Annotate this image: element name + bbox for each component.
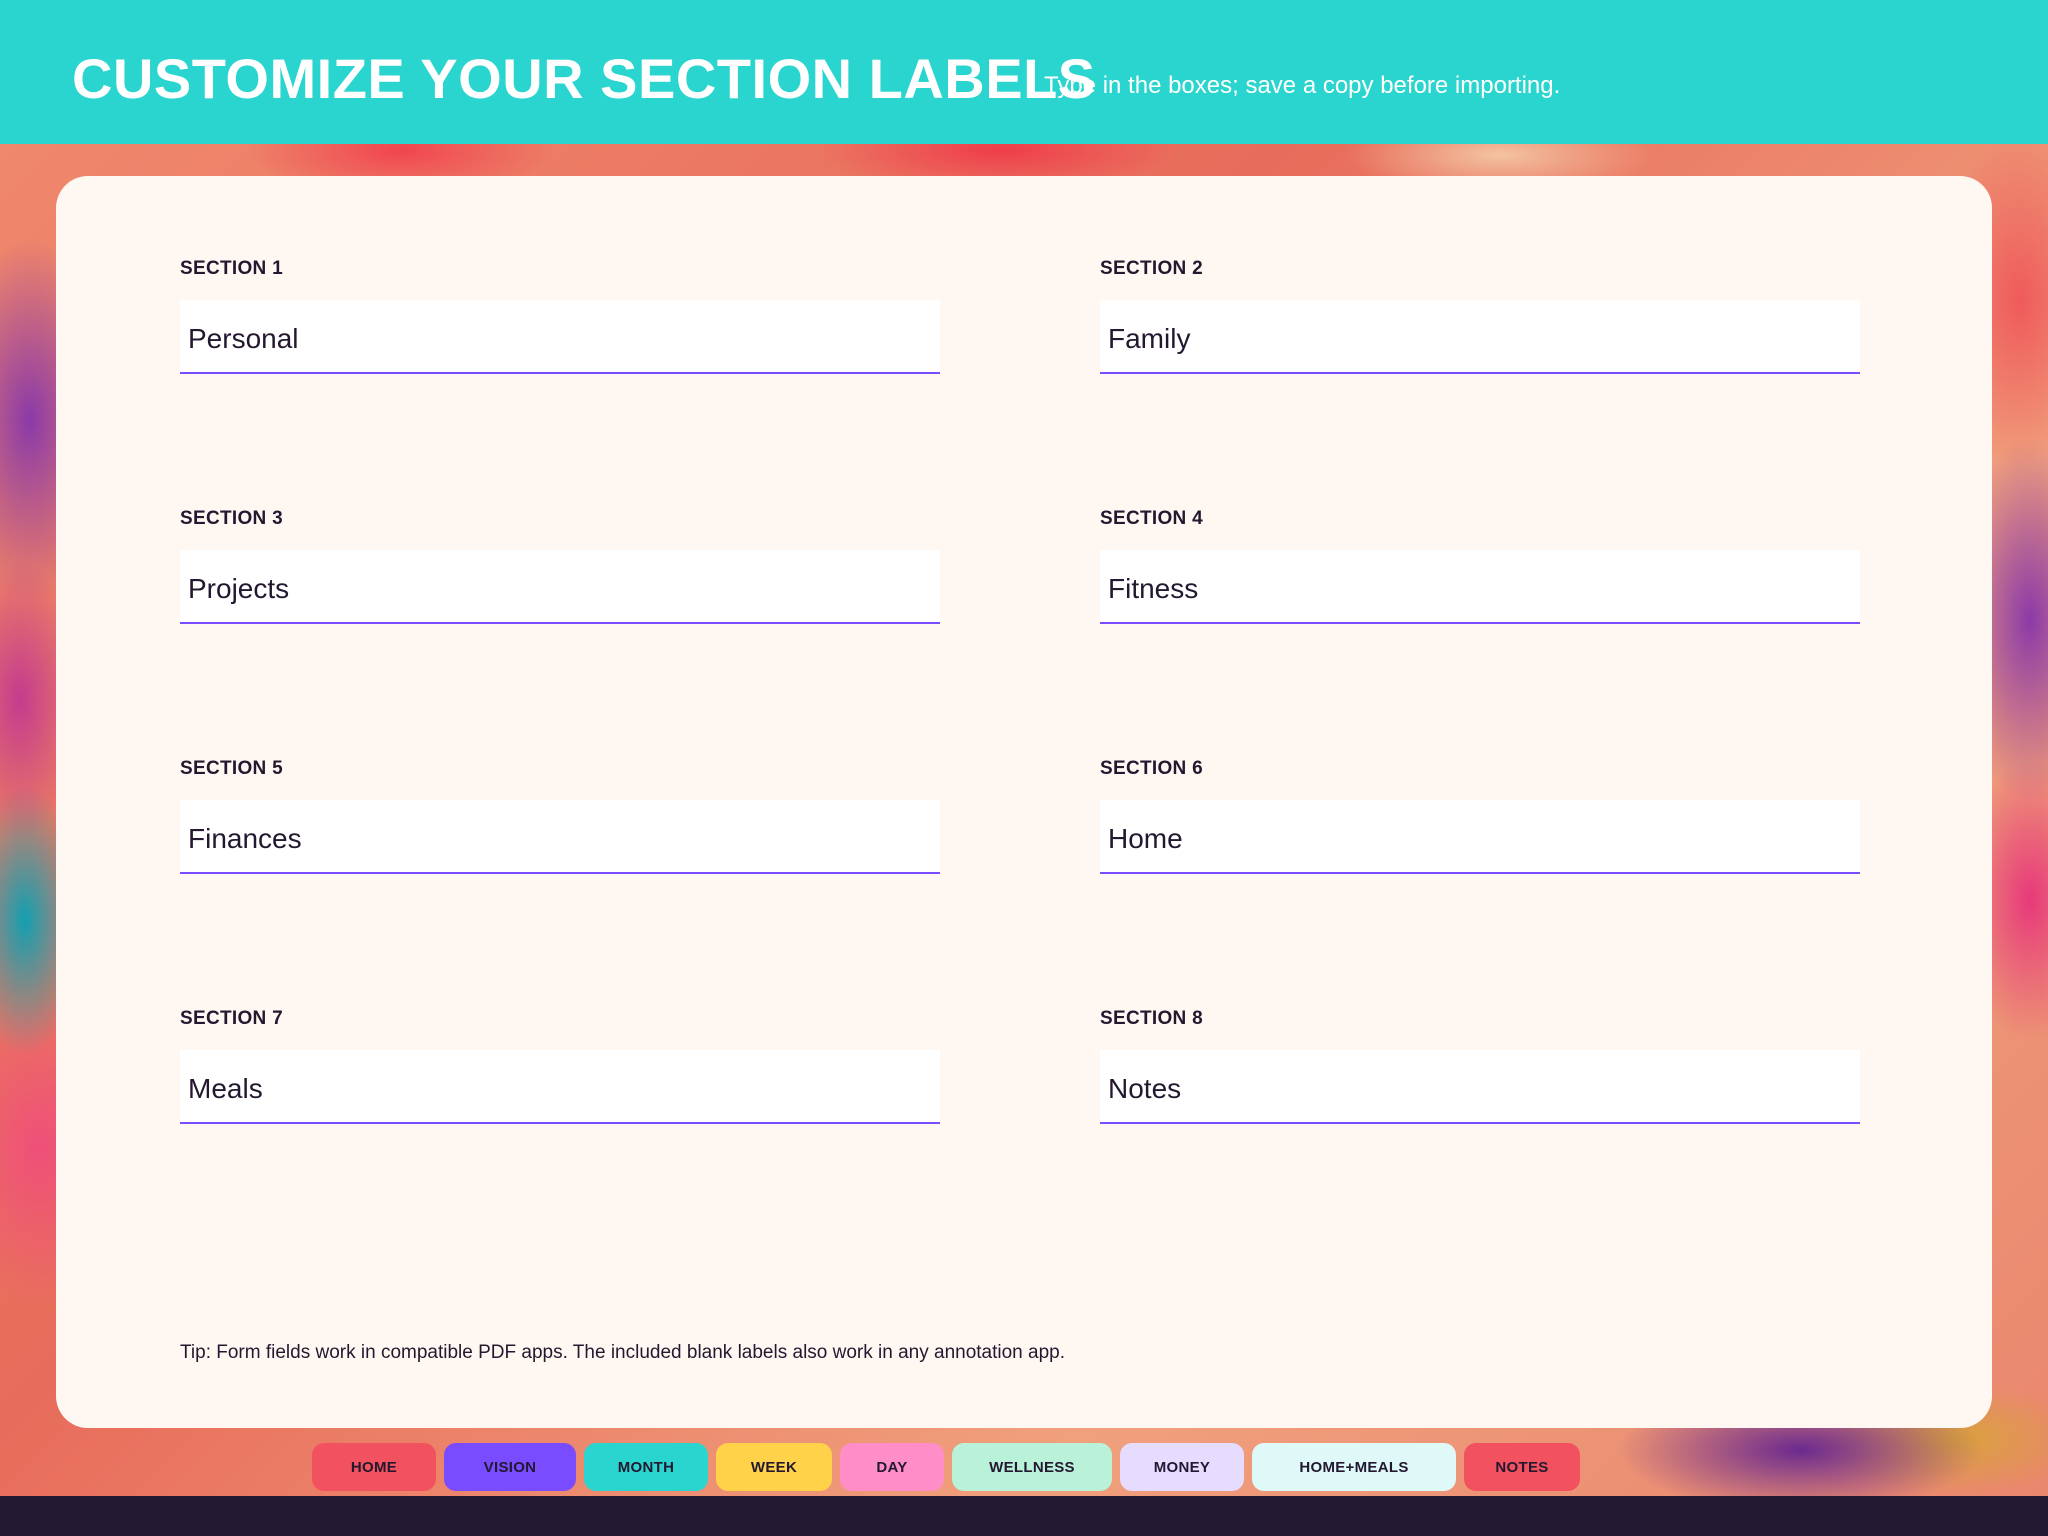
tab-money[interactable]: MONEY: [1120, 1443, 1244, 1491]
section-8-label: SECTION 8: [1100, 1008, 1203, 1029]
section-labels-card: SECTION 1 SECTION 2 SECTION 3 SECTION 4 …: [56, 176, 1992, 1428]
section-6-label: SECTION 6: [1100, 758, 1203, 779]
tip-text: Tip: Form fields work in compatible PDF …: [180, 1342, 1066, 1363]
section-5-label: SECTION 5: [180, 758, 283, 779]
page-title: CUSTOMIZE YOUR SECTION LABELS: [72, 47, 1096, 110]
tab-week[interactable]: WEEK: [716, 1443, 832, 1491]
section-1-field[interactable]: [180, 300, 940, 374]
section-8-field[interactable]: [1100, 1050, 1860, 1124]
section-7-label: SECTION 7: [180, 1008, 283, 1029]
tab-home-meals[interactable]: HOME+MEALS: [1252, 1443, 1456, 1491]
tab-home[interactable]: HOME: [312, 1443, 436, 1491]
section-2-label: SECTION 2: [1100, 258, 1203, 279]
tab-day[interactable]: DAY: [840, 1443, 944, 1491]
section-1-label: SECTION 1: [180, 258, 283, 279]
section-3-label: SECTION 3: [180, 508, 283, 529]
section-4-field[interactable]: [1100, 550, 1860, 624]
footer-bar: [0, 1496, 2048, 1536]
section-5-field[interactable]: [180, 800, 940, 874]
section-4-label: SECTION 4: [1100, 508, 1203, 529]
section-6-field[interactable]: [1100, 800, 1860, 874]
section-7-field[interactable]: [180, 1050, 940, 1124]
section-3-field[interactable]: [180, 550, 940, 624]
tab-bar: HOME VISION MONTH WEEK DAY WELLNESS MONE…: [0, 1443, 2048, 1491]
header-bar: CUSTOMIZE YOUR SECTION LABELS Type in th…: [0, 0, 2048, 144]
tab-wellness[interactable]: WELLNESS: [952, 1443, 1112, 1491]
page-subtitle: Type in the boxes; save a copy before im…: [1044, 72, 1561, 99]
tab-vision[interactable]: VISION: [444, 1443, 576, 1491]
tab-month[interactable]: MONTH: [584, 1443, 708, 1491]
section-2-field[interactable]: [1100, 300, 1860, 374]
tab-notes[interactable]: NOTES: [1464, 1443, 1580, 1491]
